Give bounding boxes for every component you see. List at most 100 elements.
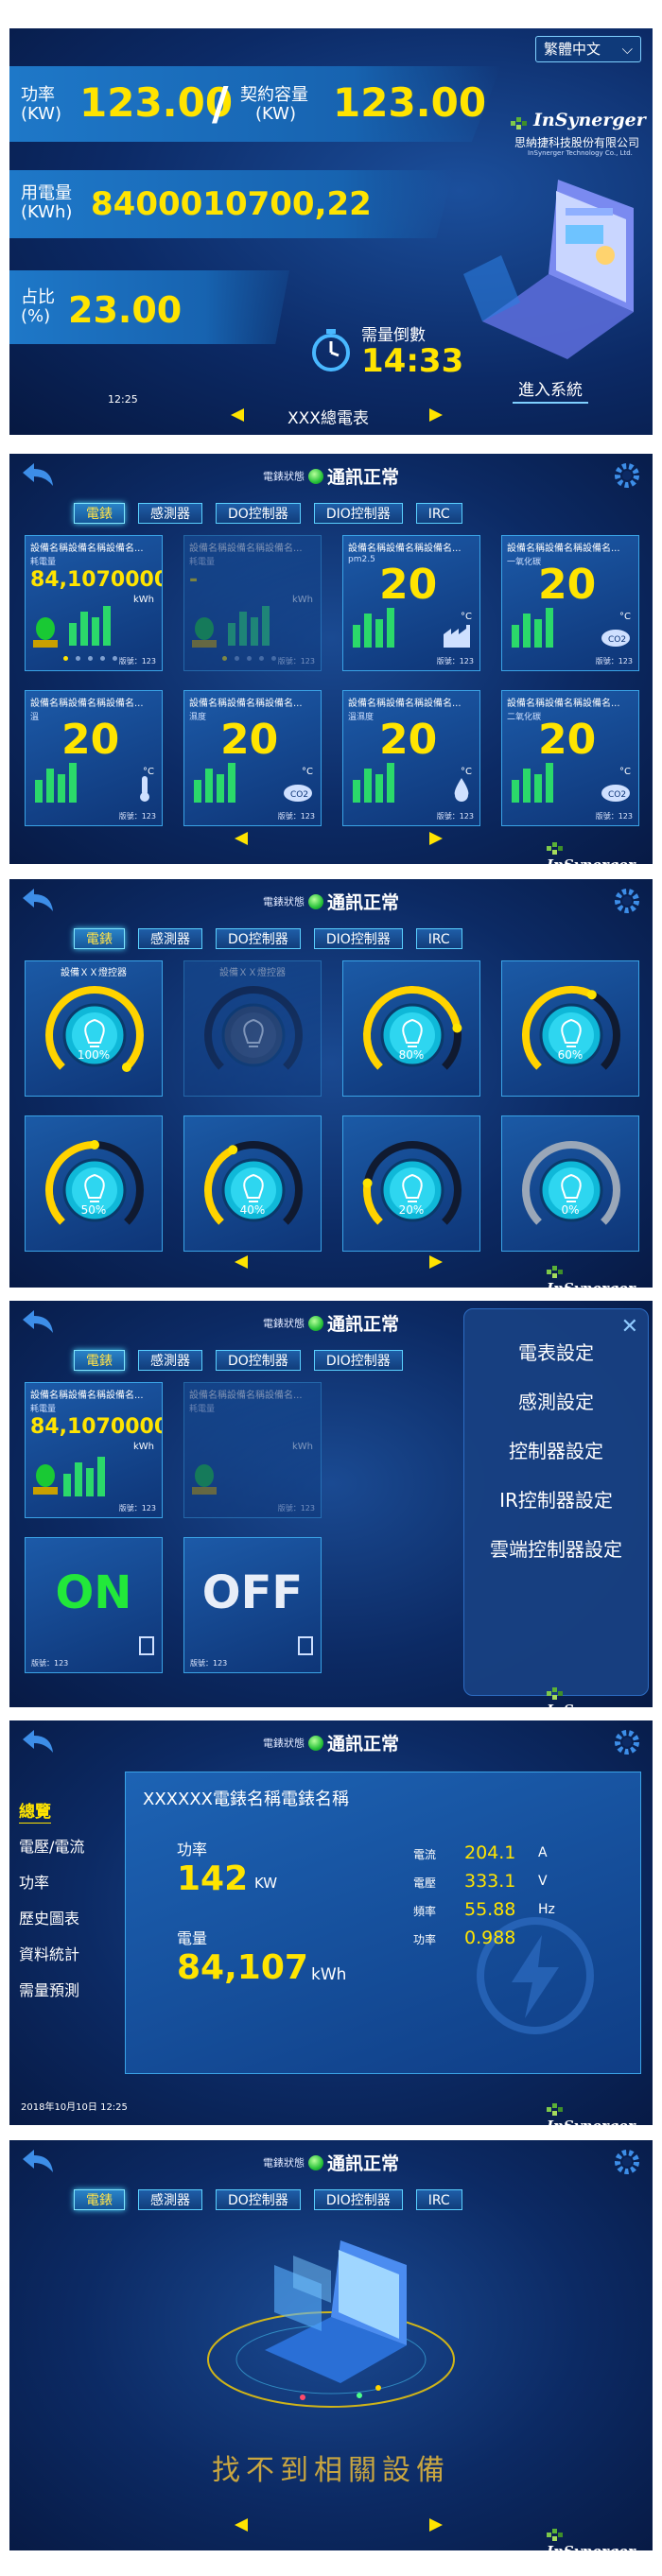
page-dot[interactable] — [88, 656, 93, 661]
tab-do-controller[interactable]: DO控制器 — [216, 928, 301, 949]
tab-do-controller[interactable]: DO控制器 — [216, 2189, 301, 2210]
device-card[interactable]: 設備名稱設備名稱設備名... 一氧化碳 20 °C CO2 版號：123 — [501, 535, 639, 671]
settings-menu: ✕ 電表設定感測設定控制器設定 IR控制器設定 雲端控制器設定 — [463, 1308, 649, 1696]
insynerger-logo: InSynerger — [547, 2101, 653, 2125]
tab-bar: 電錶 感測器 DO控制器 DIO控制器 IRC — [74, 2189, 462, 2210]
card-unit: kWh — [132, 595, 154, 605]
tab-sensor[interactable]: 感測器 — [138, 928, 202, 949]
device-card[interactable]: 設備名稱設備名稱設備名... 耗電量 84,1070000 kWh 版號：123 — [25, 535, 163, 671]
status-dot-icon — [307, 893, 323, 909]
side-nav-item[interactable]: 功率 — [19, 1870, 49, 1893]
page-dot[interactable] — [113, 656, 117, 661]
tab-meter[interactable]: 電錶 — [74, 928, 125, 949]
page-dot[interactable] — [76, 656, 80, 661]
settings-menu-item[interactable]: 電表設定 — [464, 1338, 648, 1365]
settings-menu-item[interactable]: IR控制器設定 — [464, 1485, 648, 1513]
next-page-arrow[interactable] — [429, 832, 443, 845]
device-card[interactable]: 設備名稱設備名稱設備名... 溫 20 °C 版號：123 — [25, 690, 163, 826]
page-dot[interactable] — [222, 656, 227, 661]
bar-graphic — [192, 761, 249, 806]
close-icon[interactable]: ✕ — [621, 1315, 638, 1339]
insynerger-logo: InSynerger — [547, 1685, 653, 1707]
tab-meter[interactable]: 電錶 — [74, 503, 125, 524]
card-title: 設備名稱設備名稱設備名... — [30, 544, 144, 554]
page-dot[interactable] — [259, 656, 264, 661]
prev-page-arrow[interactable] — [235, 2518, 248, 2532]
side-nav-item[interactable]: 需量預測 — [19, 1978, 79, 2000]
tab-dio-controller[interactable]: DIO控制器 — [313, 2189, 403, 2210]
power-label: 功率 — [21, 85, 55, 105]
tab-irc[interactable]: IRC — [415, 2189, 462, 2210]
settings-menu-item[interactable]: 感測設定 — [464, 1387, 648, 1414]
lamp-card[interactable]: 60% — [501, 960, 639, 1097]
tab-sensor[interactable]: 感測器 — [138, 1350, 202, 1371]
meter-card[interactable]: 設備名稱設備名稱設備名... 耗電量 kWh 版號：123 — [183, 1382, 322, 1518]
do-off-card[interactable]: OFF 版號：123 — [183, 1537, 322, 1673]
device-card[interactable]: 設備名稱設備名稱設備名... 耗電量 - kWh 版號：123 — [183, 535, 322, 671]
ratio-value: 23.00 — [68, 289, 183, 331]
prev-page-arrow[interactable] — [235, 1255, 248, 1269]
lamp-control-screen: 電錶狀態 通訊正常 電錶 感測器 DO控制器 DIO控制器 IRC 設備ＸＸ燈控器… — [9, 879, 653, 1288]
tab-dio-controller[interactable]: DIO控制器 — [313, 503, 403, 524]
laptop-illustration — [463, 180, 643, 369]
next-page-arrow[interactable] — [429, 1255, 443, 1269]
lamp-percent: 80% — [398, 1048, 425, 1062]
tab-do-controller[interactable]: DO控制器 — [216, 503, 301, 524]
tab-do-controller[interactable]: DO控制器 — [216, 1350, 301, 1371]
side-nav-item[interactable]: 歷史圖表 — [19, 1906, 79, 1928]
power-label: 功率 — [177, 1841, 208, 1859]
lamp-card[interactable]: 設備ＸＸ燈控器 — [183, 960, 322, 1097]
card-subtitle: 耗電量 — [30, 558, 57, 567]
settings-menu-item[interactable]: 控制器設定 — [464, 1436, 648, 1463]
tab-meter[interactable]: 電錶 — [74, 1350, 125, 1371]
card-title: 設備名稱設備名稱設備名... — [30, 1391, 144, 1401]
side-nav-item[interactable]: 總覽 — [19, 1798, 51, 1822]
do-on-card[interactable]: ON 版號：123 — [25, 1537, 163, 1673]
page-dot[interactable] — [235, 656, 239, 661]
siren-icon — [190, 1462, 218, 1500]
language-select[interactable]: 繁體中文 ⌵ — [535, 36, 641, 62]
lamp-card[interactable]: 50% — [25, 1115, 163, 1252]
tab-dio-controller[interactable]: DIO控制器 — [313, 1350, 403, 1371]
company-name-en: InSynerger Technology Co., Ltd. — [528, 149, 633, 157]
side-nav-item[interactable]: 資料統計 — [19, 1942, 79, 1964]
tab-meter[interactable]: 電錶 — [74, 2189, 125, 2210]
time-text: 12:25 — [108, 393, 138, 406]
device-card[interactable]: 設備名稱設備名稱設備名... 濕度 20 °C CO2 版號：123 — [183, 690, 322, 826]
tab-sensor[interactable]: 感測器 — [138, 503, 202, 524]
tab-irc[interactable]: IRC — [415, 503, 462, 524]
lamp-card[interactable]: 設備ＸＸ燈控器 100% — [25, 960, 163, 1097]
side-nav-item[interactable]: 電壓/電流 — [19, 1834, 84, 1857]
lamp-card[interactable]: 0% — [501, 1115, 639, 1252]
page-dot[interactable] — [247, 656, 252, 661]
bar-graphic — [226, 604, 283, 649]
next-meter-arrow[interactable] — [429, 408, 443, 422]
device-card[interactable]: 設備名稱設備名稱設備名... pm2.5 20 °C 版號：123 — [342, 535, 480, 671]
settings-menu-item[interactable]: 雲端控制器設定 — [464, 1534, 648, 1562]
meter-card[interactable]: 設備名稱設備名稱設備名... 耗電量 84,1070000 kWh 版號：123 — [25, 1382, 163, 1518]
card-title: 設備名稱設備名稱設備名... — [348, 699, 462, 709]
device-card[interactable]: 設備名稱設備名稱設備名... 溫濕度 20 °C 版號：123 — [342, 690, 480, 826]
status-dot-icon — [307, 1315, 323, 1331]
page-dot[interactable] — [63, 656, 68, 661]
card-version: 版號：123 — [595, 657, 633, 666]
enter-system-button[interactable]: 進入系統 — [513, 376, 588, 404]
lamp-card[interactable]: 40% — [183, 1115, 322, 1252]
reading-value: 0.988 — [464, 1928, 516, 1948]
prev-page-arrow[interactable] — [235, 832, 248, 845]
card-version: 版號：123 — [277, 657, 315, 666]
tab-sensor[interactable]: 感測器 — [138, 2189, 202, 2210]
lamp-card[interactable]: 20% — [342, 1115, 480, 1252]
next-page-arrow[interactable] — [429, 2518, 443, 2532]
reading-value: 204.1 — [464, 1842, 516, 1863]
lamp-card[interactable]: 80% — [342, 960, 480, 1097]
page-dot[interactable] — [100, 656, 105, 661]
contract-unit: (KW) — [255, 104, 297, 124]
tab-dio-controller[interactable]: DIO控制器 — [313, 928, 403, 949]
device-card[interactable]: 設備名稱設備名稱設備名... 二氧化碳 20 °C CO2 版號：123 — [501, 690, 639, 826]
logo-mark-icon — [547, 2529, 567, 2542]
card-version: 版號：123 — [31, 1659, 69, 1668]
page-dot[interactable] — [271, 656, 276, 661]
prev-meter-arrow[interactable] — [231, 408, 244, 422]
tab-irc[interactable]: IRC — [415, 928, 462, 949]
